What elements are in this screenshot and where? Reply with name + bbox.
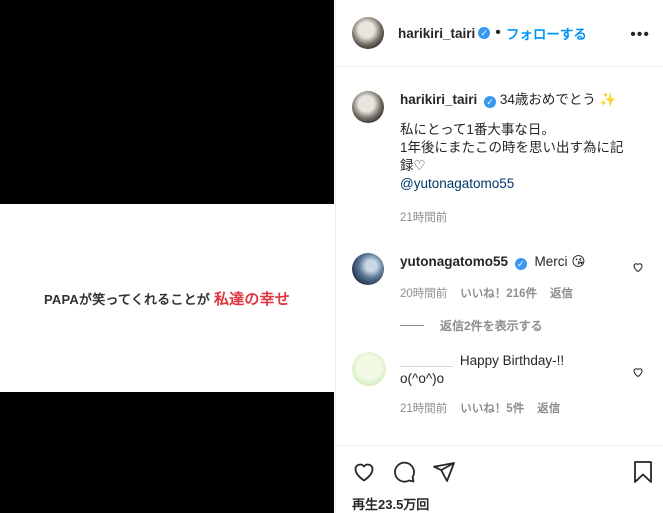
comment-timestamp[interactable]: 20時間前 xyxy=(400,285,447,303)
commenter-avatar[interactable] xyxy=(352,352,386,386)
caption-text-3: 1年後にまたこの時を思い出す為に記録♡ xyxy=(400,140,624,173)
caption-content: harikiri_tairi ✓ 34歳おめでとう ✨ 私にとって1番大事な日。… xyxy=(400,91,652,227)
replies-divider xyxy=(400,325,424,326)
separator: • xyxy=(495,24,501,41)
caption-text-1: 34歳おめでとう xyxy=(499,92,596,107)
post-timestamp[interactable]: 21時間前 xyxy=(400,209,447,227)
post-actions: 再生23.5万回 xyxy=(336,445,663,513)
video-caption: PAPAが笑ってくれることが 私達の幸せ xyxy=(44,288,290,309)
commenter-username[interactable]: ________ xyxy=(400,353,453,368)
view-replies-button[interactable]: 返信2件を表示する xyxy=(400,317,543,334)
comment-text: Merci xyxy=(534,254,568,269)
comment-like-heart-icon[interactable] xyxy=(632,261,644,273)
verified-badge-icon: ✓ xyxy=(484,96,497,108)
commenter-avatar[interactable] xyxy=(352,253,384,285)
caption-avatar[interactable] xyxy=(352,91,384,123)
author-avatar[interactable] xyxy=(352,17,384,49)
kiss-emoji: 😘 xyxy=(571,254,586,269)
post-media[interactable]: PAPAが笑ってくれることが 私達の幸せ xyxy=(0,0,334,513)
comment-icon[interactable] xyxy=(392,460,416,484)
comment-likes[interactable]: いいね！216件 xyxy=(460,285,537,303)
caption-text-2: 私にとって1番大事な日。 xyxy=(400,122,555,137)
reply-button[interactable]: 返信 xyxy=(550,285,573,303)
verified-badge-icon: ✓ xyxy=(514,258,527,270)
caption-username[interactable]: harikiri_tairi xyxy=(400,92,477,107)
heart-icon[interactable] xyxy=(352,460,376,484)
follow-button[interactable]: フォローする xyxy=(506,23,587,43)
sparkle-emoji: ✨ xyxy=(599,92,617,107)
comment-item: yutonagatomo55 ✓ Merci 😘 20時間前 いいね！216件 … xyxy=(352,253,652,303)
comment-content: ________ Happy Birthday-!! o(^o^)o 21時間前… xyxy=(400,352,652,418)
video-caption-highlight: 私達の幸せ xyxy=(213,290,290,308)
commenter-username[interactable]: yutonagatomo55 xyxy=(400,254,508,269)
post-header: harikiri_tairi ✓ • フォローする ••• xyxy=(336,0,663,67)
more-options-icon[interactable]: ••• xyxy=(630,26,650,44)
post-panel: harikiri_tairi ✓ • フォローする ••• harikiri_t… xyxy=(335,0,663,513)
comment-text-2: o(^o^)o xyxy=(400,371,445,386)
view-replies-label: 返信2件を表示する xyxy=(440,319,543,333)
video-frame[interactable]: PAPAが笑ってくれることが 私達の幸せ xyxy=(0,204,334,392)
comment-timestamp[interactable]: 21時間前 xyxy=(400,400,447,418)
comment-item: ________ Happy Birthday-!! o(^o^)o 21時間前… xyxy=(352,352,652,418)
comment-likes[interactable]: いいね！5件 xyxy=(460,400,524,418)
comment-like-heart-icon[interactable] xyxy=(632,366,644,378)
author-username[interactable]: harikiri_tairi xyxy=(398,26,475,41)
view-count[interactable]: 再生23.5万回 xyxy=(352,494,429,513)
caption-mention[interactable]: @yutonagatomo55 xyxy=(400,175,652,193)
post-caption: harikiri_tairi ✓ 34歳おめでとう ✨ 私にとって1番大事な日。… xyxy=(352,91,652,227)
reply-button[interactable]: 返信 xyxy=(537,400,560,418)
paper-plane-icon[interactable] xyxy=(432,460,456,484)
video-caption-main: PAPAが笑ってくれることが xyxy=(44,291,210,307)
verified-badge-icon: ✓ xyxy=(478,27,491,39)
bookmark-icon[interactable] xyxy=(632,460,654,484)
author-info: harikiri_tairi ✓ • フォローする xyxy=(398,23,587,43)
comment-text: Happy Birthday-!! xyxy=(459,353,565,368)
comment-content: yutonagatomo55 ✓ Merci 😘 20時間前 いいね！216件 … xyxy=(400,253,652,303)
